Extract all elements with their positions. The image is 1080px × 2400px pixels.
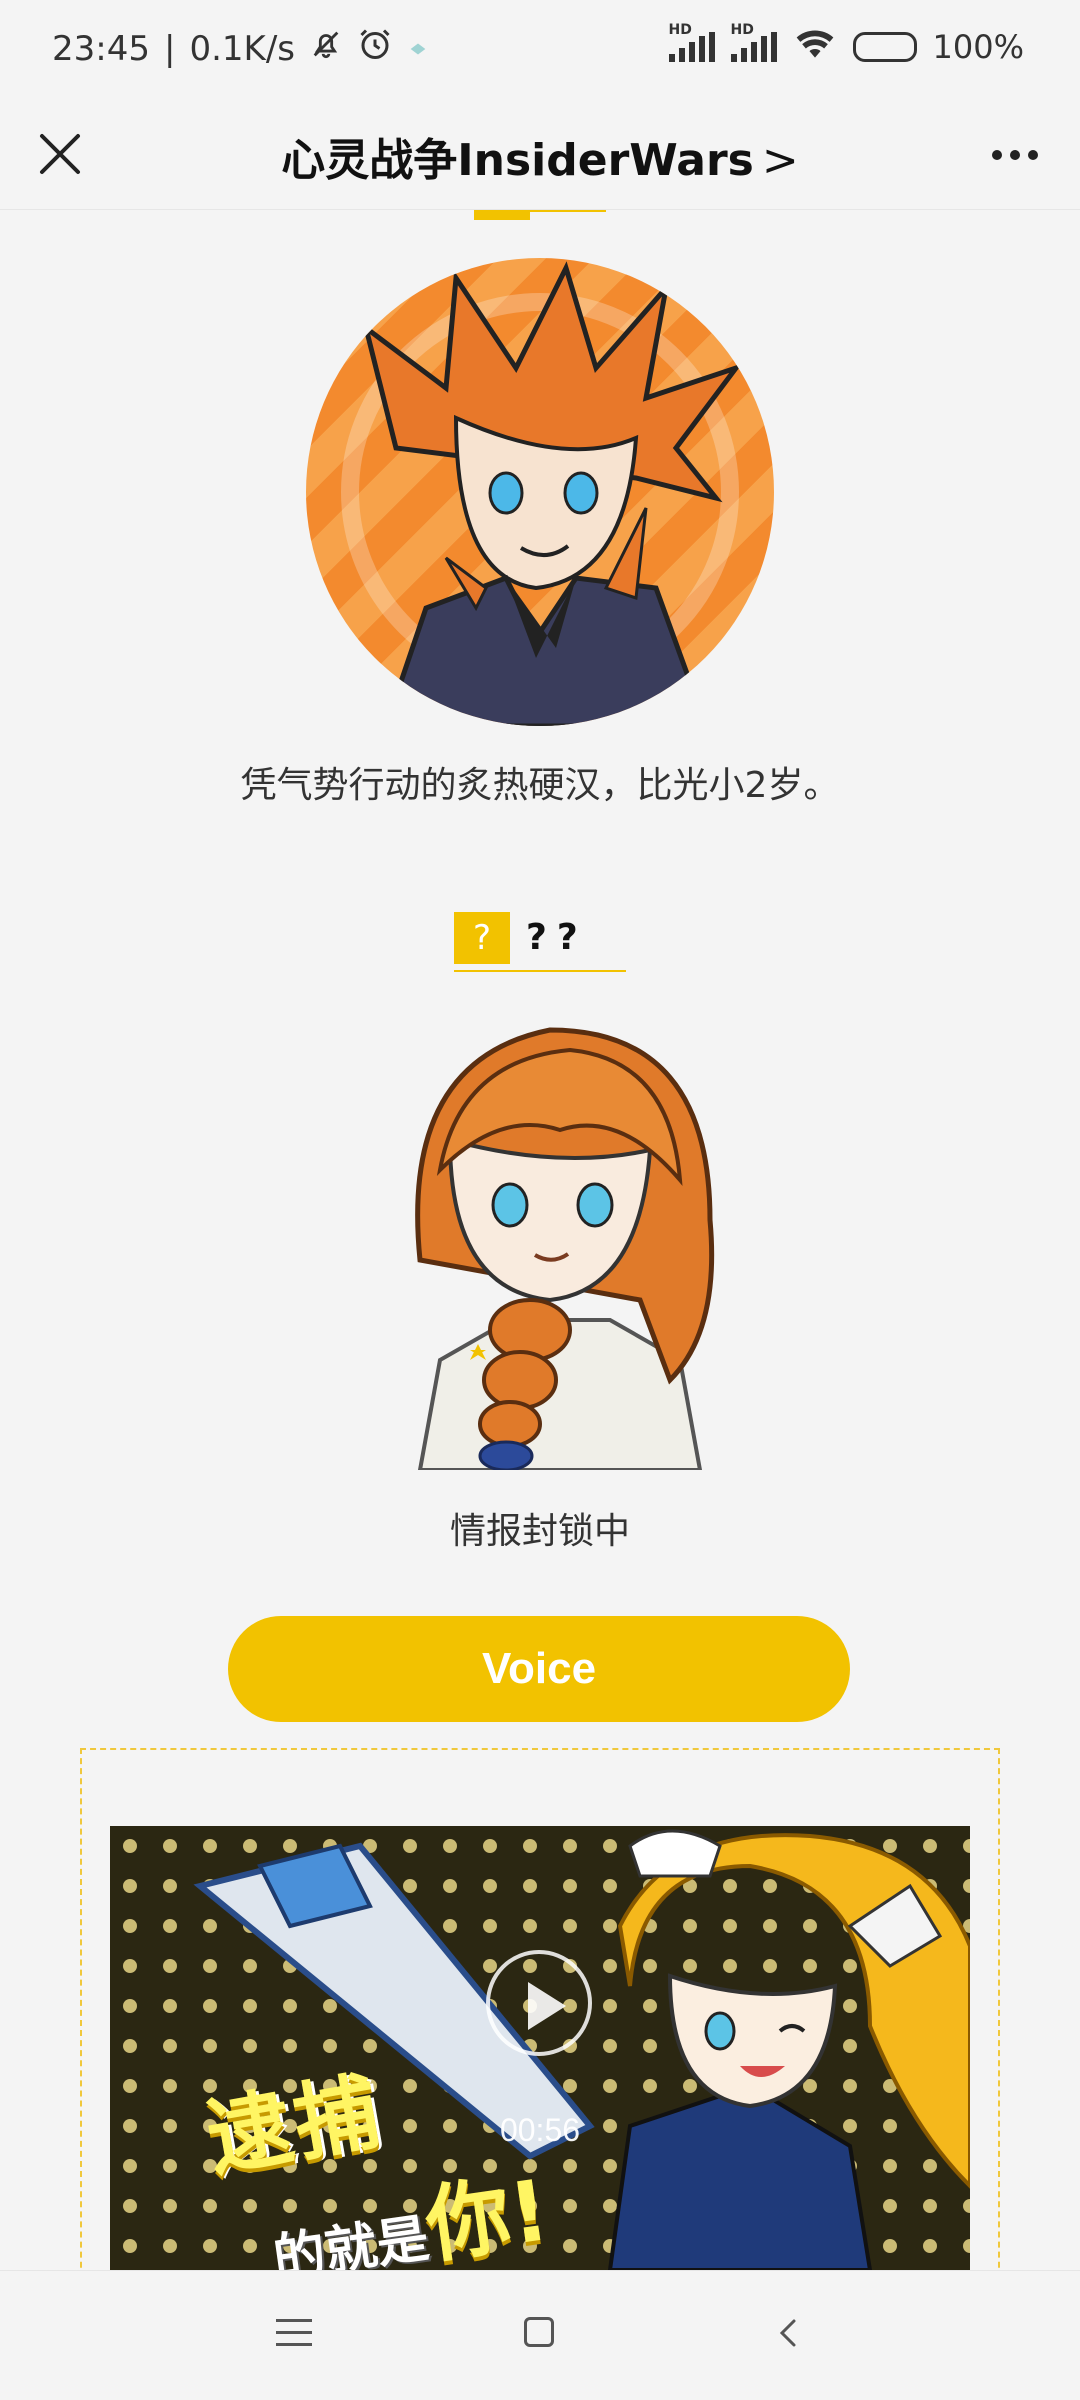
- status-right: HD HD 100%: [668, 22, 1024, 68]
- page-title-text: 心灵战争InsiderWars: [281, 135, 754, 186]
- signal-strength-icon-1: HD: [668, 22, 715, 62]
- status-left: 23:45 | 0.1K/s: [52, 26, 429, 71]
- status-bar: 23:45 | 0.1K/s HD HD 100%: [0, 0, 1080, 100]
- video-caption-line2-big: 你!: [419, 2161, 555, 2270]
- more-dot-icon: [992, 150, 1002, 160]
- character-description: 情报封锁中: [449, 1511, 630, 1552]
- section-heading-underline: [454, 970, 626, 972]
- section-heading-accent-bar: [474, 210, 530, 220]
- video-duration: 00:56: [499, 2112, 581, 2148]
- character-name-badge: ?: [454, 912, 510, 964]
- signal-hd-label-2: HD: [730, 22, 754, 38]
- screen: 23:45 | 0.1K/s HD HD 100% 心灵战争InsiderWar…: [0, 0, 1080, 2400]
- status-time: 23:45: [52, 28, 150, 69]
- chevron-right-icon: >: [761, 135, 799, 186]
- voice-button[interactable]: Voice: [228, 1616, 850, 1722]
- more-options-button[interactable]: [980, 130, 1050, 180]
- app-notification-icon: [407, 29, 429, 69]
- system-nav-bar: [0, 2270, 1080, 2400]
- more-dot-icon: [1028, 150, 1038, 160]
- play-button[interactable]: [486, 1950, 592, 2056]
- status-net-speed: 0.1K/s: [189, 28, 295, 69]
- character-avatar-boy: [306, 258, 774, 726]
- home-button[interactable]: [524, 2317, 554, 2347]
- video-caption-line2-small: 的就是: [269, 2208, 433, 2270]
- alarm-icon: [357, 26, 393, 71]
- back-button[interactable]: [770, 2313, 810, 2353]
- signal-hd-label-1: HD: [668, 22, 692, 38]
- menu-icon: [276, 2319, 312, 2322]
- nav-header: 心灵战争InsiderWars >: [0, 100, 1080, 210]
- wifi-icon: [793, 26, 837, 68]
- character-name-heading: ? ??: [454, 908, 626, 972]
- character-name: ??: [526, 917, 588, 958]
- character-avatar-girl: [380, 1000, 740, 1470]
- back-arrow-icon: [779, 2319, 796, 2347]
- recent-apps-button[interactable]: [276, 2319, 312, 2349]
- character-description: 凭气势行动的炙热硬汉，比光小2岁。: [240, 765, 840, 806]
- status-separator: |: [163, 28, 176, 69]
- video-player[interactable]: 逮捕 的就是你! 00:56: [110, 1826, 970, 2270]
- mute-bell-icon: [309, 27, 343, 70]
- signal-strength-icon-2: HD: [730, 22, 777, 62]
- battery-percent: 100%: [932, 28, 1024, 66]
- more-dot-icon: [1010, 150, 1020, 160]
- battery-icon: [852, 32, 917, 62]
- page-title[interactable]: 心灵战争InsiderWars >: [0, 124, 1080, 188]
